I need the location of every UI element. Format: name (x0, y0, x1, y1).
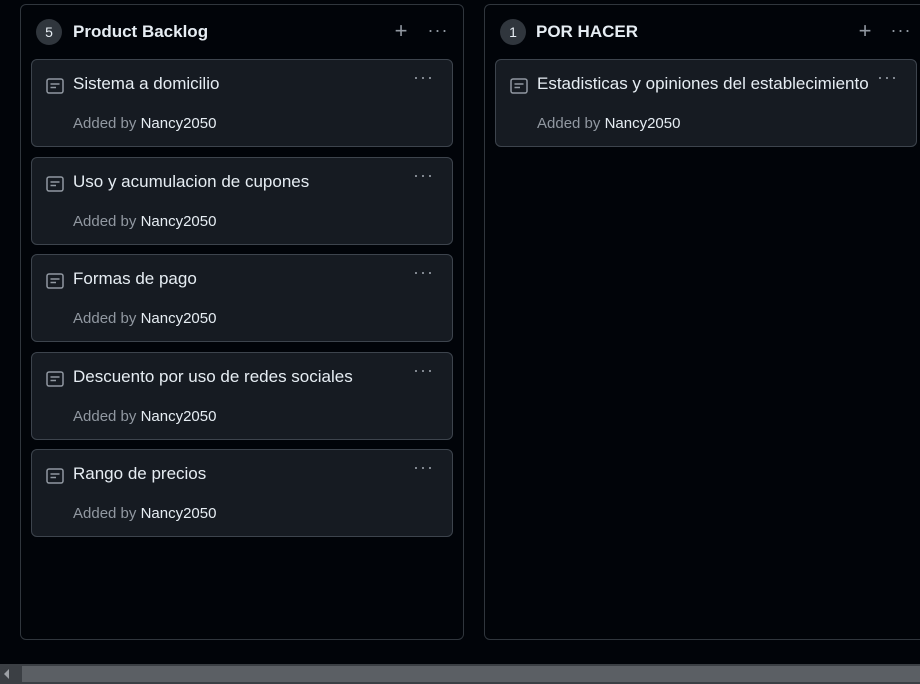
column-header: 1 POR HACER + ··· (485, 5, 920, 59)
author-link[interactable]: Nancy2050 (141, 310, 217, 327)
author-link[interactable]: Nancy2050 (141, 408, 217, 425)
scroll-left-arrow-icon[interactable] (4, 669, 9, 679)
card[interactable]: Sistema a domicilio Added by Nancy2050 ·… (31, 59, 453, 147)
card-menu-button[interactable]: ··· (413, 262, 434, 282)
note-icon (510, 78, 528, 94)
note-icon (46, 371, 64, 387)
card[interactable]: Rango de precios Added by Nancy2050 ··· (31, 449, 453, 537)
note-icon (46, 273, 64, 289)
author-link[interactable]: Nancy2050 (141, 115, 217, 132)
added-by-label: Added by (73, 115, 137, 132)
column-menu-button[interactable]: ··· (425, 19, 451, 45)
plus-icon: + (858, 18, 872, 43)
card[interactable]: Formas de pago Added by Nancy2050 ··· (31, 254, 453, 342)
card-title[interactable]: Estadisticas y opiniones del establecimi… (537, 73, 869, 95)
scrollbar-thumb[interactable] (22, 666, 920, 682)
column-menu-button[interactable]: ··· (888, 19, 914, 45)
author-link[interactable]: Nancy2050 (141, 505, 217, 522)
author-link[interactable]: Nancy2050 (141, 213, 217, 230)
column-product-backlog: 5 Product Backlog + ··· Sistema a domici… (20, 4, 464, 640)
column-count-badge: 5 (36, 19, 62, 45)
project-board: 5 Product Backlog + ··· Sistema a domici… (0, 0, 920, 664)
card-menu-button[interactable]: ··· (413, 165, 434, 185)
card-menu-button[interactable]: ··· (413, 67, 434, 87)
column-title: Product Backlog (73, 22, 209, 41)
card-meta: Added by Nancy2050 (537, 114, 680, 134)
card[interactable]: Uso y acumulacion de cupones Added by Na… (31, 157, 453, 245)
card-title[interactable]: Rango de precios (73, 463, 206, 485)
column-title: POR HACER (536, 22, 639, 41)
kebab-horizontal-icon: ··· (427, 20, 449, 40)
added-by-label: Added by (73, 310, 137, 327)
card-meta: Added by Nancy2050 (73, 407, 216, 427)
plus-icon: + (394, 18, 408, 43)
card-meta: Added by Nancy2050 (73, 504, 216, 524)
card[interactable]: Estadisticas y opiniones del establecimi… (495, 59, 917, 147)
added-by-label: Added by (73, 408, 137, 425)
card-menu-button[interactable]: ··· (413, 457, 434, 477)
card[interactable]: Descuento por uso de redes sociales Adde… (31, 352, 453, 440)
card-title[interactable]: Uso y acumulacion de cupones (73, 171, 309, 193)
added-by-label: Added by (73, 213, 137, 230)
column-header: 5 Product Backlog + ··· (21, 5, 463, 59)
add-card-button[interactable]: + (852, 19, 878, 45)
card-menu-button[interactable]: ··· (413, 360, 434, 380)
note-icon (46, 468, 64, 484)
add-card-button[interactable]: + (388, 19, 414, 45)
column-por-hacer: 1 POR HACER + ··· Estadisticas y opinion… (484, 4, 920, 640)
card-title[interactable]: Formas de pago (73, 268, 197, 290)
added-by-label: Added by (537, 115, 601, 132)
card-meta: Added by Nancy2050 (73, 212, 216, 232)
column-count-badge: 1 (500, 19, 526, 45)
author-link[interactable]: Nancy2050 (605, 115, 681, 132)
note-icon (46, 78, 64, 94)
card-meta: Added by Nancy2050 (73, 309, 216, 329)
card-meta: Added by Nancy2050 (73, 114, 216, 134)
horizontal-scrollbar[interactable] (0, 664, 920, 684)
card-menu-button[interactable]: ··· (877, 67, 898, 87)
card-title[interactable]: Sistema a domicilio (73, 73, 219, 95)
added-by-label: Added by (73, 505, 137, 522)
kebab-horizontal-icon: ··· (890, 20, 912, 40)
card-title[interactable]: Descuento por uso de redes sociales (73, 366, 353, 388)
note-icon (46, 176, 64, 192)
